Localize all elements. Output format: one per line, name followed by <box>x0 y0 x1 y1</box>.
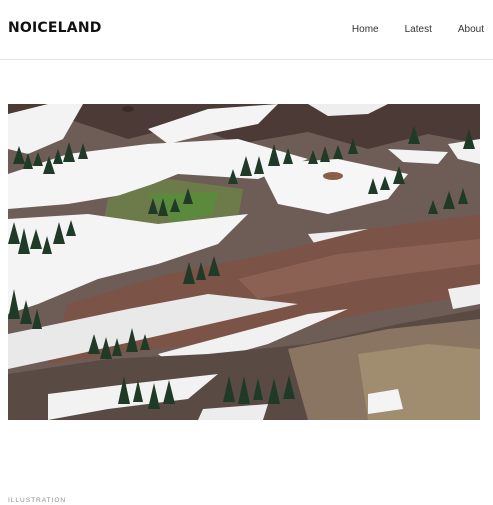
post-category-label[interactable]: ILLUSTRATION <box>8 497 66 504</box>
nav-latest-link[interactable]: Latest <box>405 24 432 35</box>
nav-about-link[interactable]: About <box>458 24 484 35</box>
site-header: NOICELAND Home Latest About <box>0 0 493 60</box>
nav-home-link[interactable]: Home <box>352 24 379 35</box>
hero-image[interactable] <box>8 104 480 420</box>
mountain-landscape-image <box>8 104 480 420</box>
main-nav: Home Latest About <box>326 24 484 35</box>
site-logo[interactable]: NOICELAND <box>8 20 102 36</box>
